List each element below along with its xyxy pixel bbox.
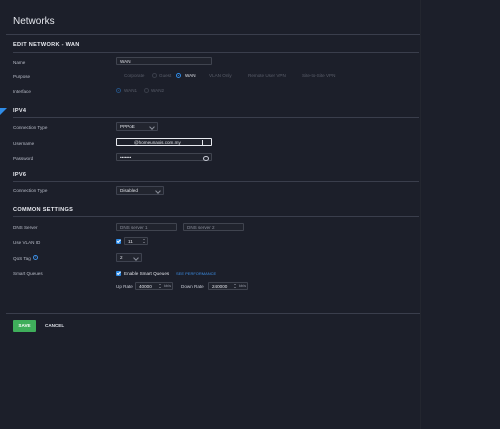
stepper-icon[interactable] xyxy=(233,284,236,289)
dns-server-1-input[interactable]: DNS server 1 xyxy=(116,223,177,231)
up-rate-value: 40000 xyxy=(139,284,152,289)
up-rate-input[interactable]: 40000 kb/s xyxy=(135,282,173,290)
smart-queues-label: Smart Queues xyxy=(13,271,43,276)
ipv4-divider xyxy=(13,117,419,118)
title-divider xyxy=(6,34,420,35)
up-rate-label: Up Rate xyxy=(116,284,133,289)
ipv6-heading: IPV6 xyxy=(13,172,27,178)
common-divider xyxy=(13,216,419,217)
edit-network-heading: EDIT NETWORK - WAN xyxy=(13,42,80,48)
ipv4-connection-type-label: Connection Type xyxy=(13,125,48,130)
eye-icon[interactable] xyxy=(203,155,209,161)
vlan-label: Use VLAN ID xyxy=(13,240,41,245)
cancel-button[interactable]: CANCEL xyxy=(45,320,64,332)
password-label: Password xyxy=(13,156,34,161)
page-title: Networks xyxy=(13,16,55,27)
vlan-id-value: 11 xyxy=(128,239,133,244)
qos-value: 2 xyxy=(120,255,123,260)
actions-divider xyxy=(6,313,420,314)
chevron-down-icon xyxy=(149,124,155,130)
chevron-down-icon xyxy=(155,188,161,194)
ipv6-divider xyxy=(13,181,419,182)
down-rate-input[interactable]: 240000 kb/s xyxy=(208,282,248,290)
interface-wan2-label[interactable]: WAN2 xyxy=(151,88,164,93)
info-icon[interactable]: i xyxy=(33,255,38,260)
save-button[interactable]: SAVE xyxy=(13,320,36,332)
interface-wan2-radio[interactable] xyxy=(144,88,149,93)
ipv6-connection-type-label: Connection Type xyxy=(13,188,48,193)
purpose-guest-label[interactable]: Guest xyxy=(159,73,171,78)
vlan-id-input[interactable]: 11 xyxy=(124,237,148,245)
purpose-corporate-label[interactable]: Corporate xyxy=(124,73,144,78)
dns-server-2-input[interactable]: DNS server 2 xyxy=(183,223,244,231)
ipv4-connection-type-select[interactable]: PPPoE xyxy=(116,122,158,131)
ipv4-connection-type-value: PPPoE xyxy=(120,124,135,129)
purpose-vlan-only-label[interactable]: VLAN Only xyxy=(209,73,232,78)
purpose-wan-radio[interactable] xyxy=(176,73,181,78)
down-rate-label: Down Rate xyxy=(181,284,204,289)
qos-label: QoS Tag xyxy=(13,256,31,261)
purpose-wan-label[interactable]: WAN xyxy=(185,73,196,78)
username-redacted xyxy=(120,140,134,146)
sidebar-indicator xyxy=(0,108,7,115)
username-value: @homeunaxis.com.my xyxy=(134,140,181,145)
purpose-label: Purpose xyxy=(13,74,31,79)
dns-label: DNS Server xyxy=(13,225,38,230)
interface-label: Interface xyxy=(13,89,31,94)
stepper-icon[interactable] xyxy=(142,239,145,244)
ipv4-heading: IPV4 xyxy=(13,108,27,114)
ipv6-connection-type-select[interactable]: Disabled xyxy=(116,186,164,195)
panel-divider xyxy=(420,0,421,429)
down-rate-unit: kb/s xyxy=(239,284,246,288)
cursor-icon xyxy=(202,140,203,145)
password-input[interactable]: ••••••• xyxy=(116,153,212,161)
name-label: Name xyxy=(13,60,26,65)
up-rate-unit: kb/s xyxy=(164,284,171,288)
see-performance-link[interactable]: SEE PERFORMANCE xyxy=(176,271,216,276)
stepper-icon[interactable] xyxy=(158,284,161,289)
qos-select[interactable]: 2 xyxy=(116,253,142,262)
common-settings-heading: COMMON SETTINGS xyxy=(13,207,74,213)
username-input[interactable]: @homeunaxis.com.my xyxy=(116,138,212,146)
smart-queues-check-label: Enable Smart Queues xyxy=(124,271,170,276)
section-divider xyxy=(13,52,419,53)
name-input[interactable]: WAN xyxy=(116,57,212,65)
smart-queues-checkbox[interactable] xyxy=(116,271,121,276)
purpose-remote-vpn-label[interactable]: Remote User VPN xyxy=(248,73,286,78)
purpose-site-vpn-label[interactable]: Site-to-Site VPN xyxy=(302,73,335,78)
down-rate-value: 240000 xyxy=(212,284,228,289)
chevron-down-icon xyxy=(133,255,139,261)
ipv6-connection-type-value: Disabled xyxy=(120,188,138,193)
interface-wan1-radio[interactable] xyxy=(116,88,121,93)
interface-wan1-label[interactable]: WAN1 xyxy=(124,88,137,93)
purpose-guest-radio[interactable] xyxy=(152,73,157,78)
username-label: Username xyxy=(13,141,35,146)
vlan-checkbox[interactable] xyxy=(116,239,121,244)
password-value: ••••••• xyxy=(120,155,132,160)
